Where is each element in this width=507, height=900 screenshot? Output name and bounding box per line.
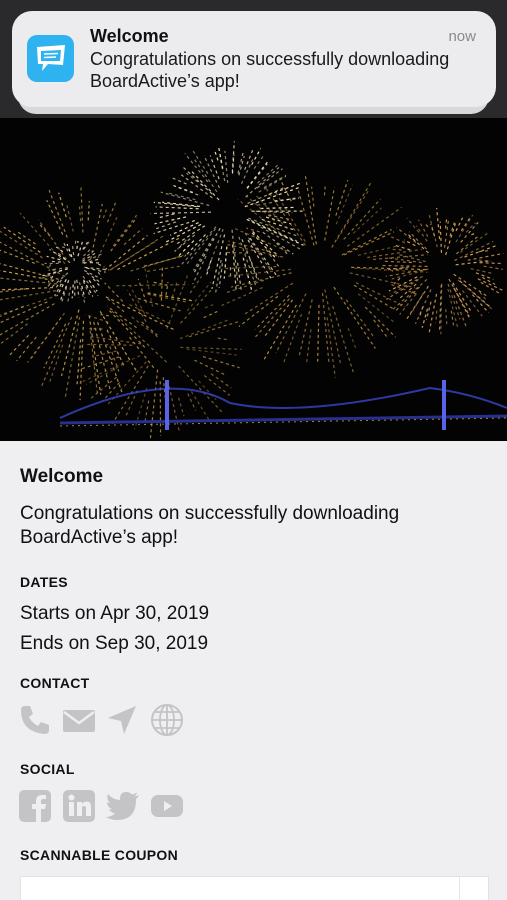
contact-label: CONTACT [20,675,90,691]
coupon-label: SCANNABLE COUPON [20,847,179,863]
end-date: Ends on Sep 30, 2019 [20,633,209,654]
social-label: SOCIAL [20,761,75,777]
linkedin-icon[interactable] [62,788,106,824]
mail-icon[interactable] [62,702,106,738]
contact-icons [18,702,194,738]
globe-icon[interactable] [150,702,194,738]
location-arrow-icon[interactable] [106,702,150,738]
phone-icon[interactable] [18,702,62,738]
notification-time: now [448,28,476,45]
fireworks-illustration [0,118,507,441]
detail-description: Congratulations on successfully download… [20,503,400,548]
welcome-notification[interactable]: Welcome now Congratulations on successfu… [12,11,496,107]
twitter-icon[interactable] [106,788,150,824]
coupon-area[interactable] [20,876,489,900]
boardactive-app-icon [27,35,74,82]
facebook-icon[interactable] [18,788,62,824]
youtube-icon[interactable] [150,788,194,824]
detail-title: Welcome [20,466,104,487]
hero-image [0,118,507,441]
coupon-divider [459,877,460,900]
notification-body: Congratulations on successfully download… [90,49,450,91]
start-date: Starts on Apr 30, 2019 [20,603,210,624]
notification-title: Welcome [90,26,169,46]
dates-label: DATES [20,574,68,590]
social-icons [18,788,194,824]
